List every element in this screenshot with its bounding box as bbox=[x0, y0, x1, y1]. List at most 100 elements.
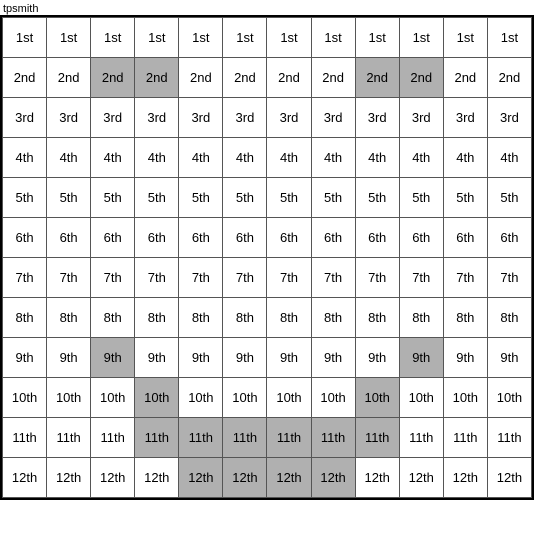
table-cell: 3rd bbox=[135, 98, 179, 138]
table-cell: 2nd bbox=[179, 58, 223, 98]
table-cell: 4th bbox=[399, 138, 443, 178]
table-cell: 12th bbox=[3, 458, 47, 498]
title-bar: tpsmith bbox=[0, 0, 534, 15]
table-cell: 11th bbox=[487, 418, 531, 458]
table-cell: 3rd bbox=[91, 98, 135, 138]
table-cell: 10th bbox=[267, 378, 311, 418]
table-cell: 7th bbox=[135, 258, 179, 298]
table-cell: 3rd bbox=[443, 98, 487, 138]
table-cell: 12th bbox=[179, 458, 223, 498]
table-cell: 6th bbox=[179, 218, 223, 258]
table-cell: 9th bbox=[179, 338, 223, 378]
table-cell: 12th bbox=[399, 458, 443, 498]
table-cell: 1st bbox=[179, 18, 223, 58]
table-cell: 11th bbox=[311, 418, 355, 458]
table-row: 5th5th5th5th5th5th5th5th5th5th5th5th bbox=[3, 178, 532, 218]
table-cell: 7th bbox=[223, 258, 267, 298]
table-cell: 9th bbox=[355, 338, 399, 378]
table-cell: 10th bbox=[399, 378, 443, 418]
table-cell: 8th bbox=[311, 298, 355, 338]
grid-container: 1st1st1st1st1st1st1st1st1st1st1st1st2nd2… bbox=[0, 15, 534, 500]
table-row: 6th6th6th6th6th6th6th6th6th6th6th6th bbox=[3, 218, 532, 258]
table-cell: 1st bbox=[311, 18, 355, 58]
table-cell: 8th bbox=[135, 298, 179, 338]
table-cell: 10th bbox=[47, 378, 91, 418]
table-cell: 11th bbox=[91, 418, 135, 458]
table-cell: 11th bbox=[399, 418, 443, 458]
table-cell: 6th bbox=[267, 218, 311, 258]
table-cell: 1st bbox=[135, 18, 179, 58]
table-cell: 5th bbox=[223, 178, 267, 218]
table-row: 11th11th11th11th11th11th11th11th11th11th… bbox=[3, 418, 532, 458]
table-cell: 9th bbox=[223, 338, 267, 378]
table-cell: 11th bbox=[355, 418, 399, 458]
table-cell: 10th bbox=[487, 378, 531, 418]
table-cell: 6th bbox=[3, 218, 47, 258]
table-cell: 6th bbox=[47, 218, 91, 258]
table-cell: 10th bbox=[135, 378, 179, 418]
table-cell: 6th bbox=[487, 218, 531, 258]
table-cell: 6th bbox=[91, 218, 135, 258]
table-cell: 4th bbox=[355, 138, 399, 178]
table-cell: 5th bbox=[355, 178, 399, 218]
table-cell: 2nd bbox=[135, 58, 179, 98]
table-row: 1st1st1st1st1st1st1st1st1st1st1st1st bbox=[3, 18, 532, 58]
table-cell: 2nd bbox=[443, 58, 487, 98]
table-row: 9th9th9th9th9th9th9th9th9th9th9th9th bbox=[3, 338, 532, 378]
table-cell: 2nd bbox=[3, 58, 47, 98]
table-cell: 3rd bbox=[47, 98, 91, 138]
table-cell: 3rd bbox=[223, 98, 267, 138]
table-cell: 8th bbox=[91, 298, 135, 338]
table-cell: 5th bbox=[135, 178, 179, 218]
table-cell: 3rd bbox=[311, 98, 355, 138]
table-cell: 10th bbox=[223, 378, 267, 418]
table-cell: 2nd bbox=[267, 58, 311, 98]
table-cell: 7th bbox=[399, 258, 443, 298]
table-cell: 6th bbox=[355, 218, 399, 258]
table-cell: 3rd bbox=[267, 98, 311, 138]
table-cell: 10th bbox=[91, 378, 135, 418]
table-cell: 4th bbox=[311, 138, 355, 178]
table-cell: 12th bbox=[487, 458, 531, 498]
table-cell: 1st bbox=[443, 18, 487, 58]
table-cell: 3rd bbox=[179, 98, 223, 138]
table-cell: 12th bbox=[135, 458, 179, 498]
table-cell: 12th bbox=[223, 458, 267, 498]
table-cell: 8th bbox=[355, 298, 399, 338]
table-cell: 6th bbox=[443, 218, 487, 258]
table-cell: 11th bbox=[179, 418, 223, 458]
table-cell: 9th bbox=[3, 338, 47, 378]
table-cell: 1st bbox=[487, 18, 531, 58]
table-cell: 5th bbox=[487, 178, 531, 218]
table-row: 10th10th10th10th10th10th10th10th10th10th… bbox=[3, 378, 532, 418]
table-cell: 7th bbox=[3, 258, 47, 298]
table-cell: 9th bbox=[443, 338, 487, 378]
table-cell: 8th bbox=[179, 298, 223, 338]
table-cell: 1st bbox=[399, 18, 443, 58]
table-cell: 2nd bbox=[47, 58, 91, 98]
table-cell: 1st bbox=[91, 18, 135, 58]
table-cell: 8th bbox=[267, 298, 311, 338]
table-cell: 5th bbox=[91, 178, 135, 218]
table-cell: 3rd bbox=[399, 98, 443, 138]
table-cell: 5th bbox=[47, 178, 91, 218]
table-cell: 4th bbox=[3, 138, 47, 178]
table-cell: 12th bbox=[355, 458, 399, 498]
table-cell: 9th bbox=[91, 338, 135, 378]
table-cell: 1st bbox=[223, 18, 267, 58]
table-cell: 4th bbox=[443, 138, 487, 178]
table-cell: 7th bbox=[311, 258, 355, 298]
table-cell: 5th bbox=[179, 178, 223, 218]
table-cell: 8th bbox=[223, 298, 267, 338]
table-cell: 10th bbox=[443, 378, 487, 418]
table-cell: 6th bbox=[223, 218, 267, 258]
table-cell: 4th bbox=[267, 138, 311, 178]
table-cell: 4th bbox=[91, 138, 135, 178]
table-cell: 5th bbox=[311, 178, 355, 218]
table-row: 7th7th7th7th7th7th7th7th7th7th7th7th bbox=[3, 258, 532, 298]
table-cell: 10th bbox=[3, 378, 47, 418]
table-cell: 4th bbox=[47, 138, 91, 178]
table-cell: 5th bbox=[3, 178, 47, 218]
table-cell: 6th bbox=[135, 218, 179, 258]
table-cell: 11th bbox=[223, 418, 267, 458]
